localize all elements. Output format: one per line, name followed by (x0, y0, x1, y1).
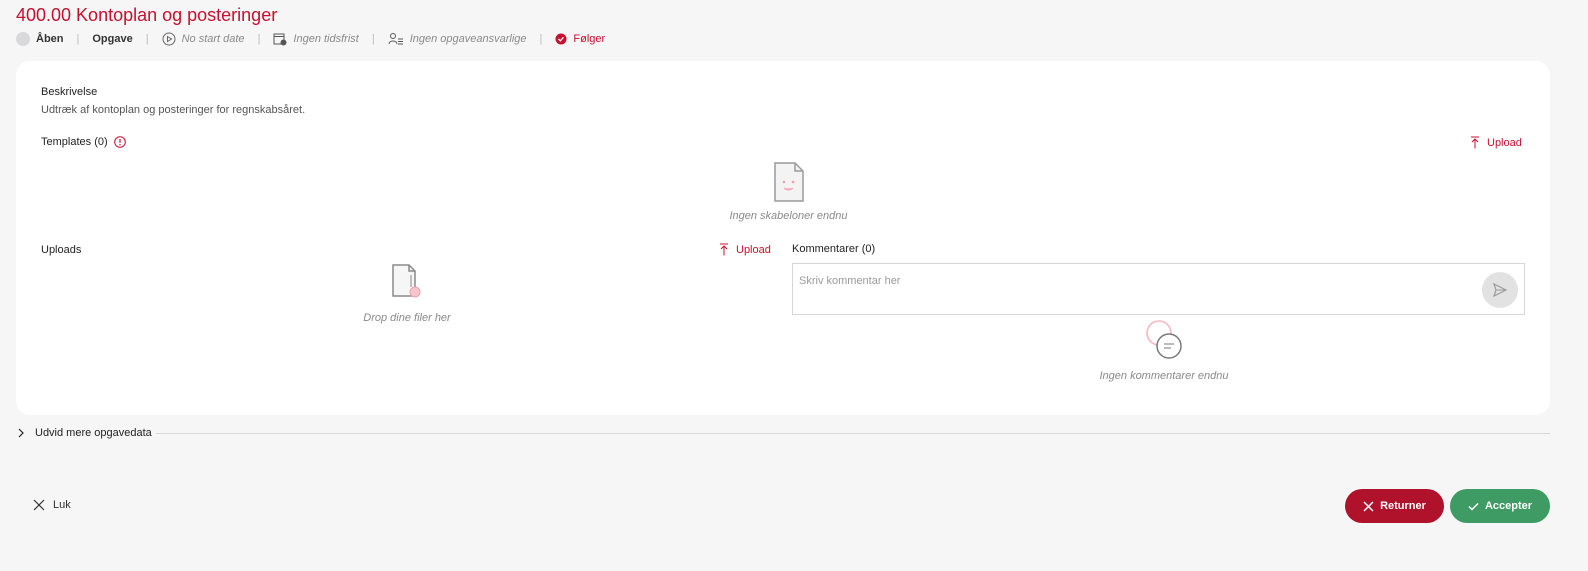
start-date-field[interactable]: No start date (162, 32, 245, 46)
upload-icon (720, 243, 728, 256)
comment-input[interactable] (799, 272, 1469, 290)
accept-label: Accepter (1484, 500, 1533, 512)
status-label: Åben (36, 33, 64, 45)
divider: | (257, 33, 261, 45)
comments-heading: Kommentarer (0) (792, 243, 876, 255)
responsible-field[interactable]: Ingen opgaveansvarlige (388, 32, 527, 46)
divider: | (539, 33, 543, 45)
description-text: Udtræk af kontoplan og posteringer for r… (41, 104, 306, 116)
templates-empty-state: Ingen skabeloner endnu (716, 161, 861, 222)
close-button[interactable]: Luk (33, 499, 71, 511)
chat-bubbles-icon (1146, 320, 1182, 359)
close-icon (1363, 500, 1374, 512)
status-toggle[interactable]: Åben (16, 32, 64, 46)
checkmark-icon (1468, 502, 1479, 511)
uploads-empty-text: Drop dine filer her (363, 312, 451, 324)
templates-upload-label: Upload (1487, 136, 1522, 149)
description-heading: Beskrivelse (41, 86, 98, 98)
upload-icon (1471, 136, 1479, 149)
start-date-label: No start date (181, 33, 245, 45)
templates-empty-text: Ingen skabeloner endnu (729, 210, 848, 222)
comments-empty-text: Ingen kommentarer endnu (1099, 370, 1229, 382)
templates-upload-button[interactable]: Upload (1470, 136, 1522, 149)
send-comment-button[interactable] (1482, 272, 1518, 308)
close-icon (33, 499, 45, 511)
status-dot-icon (16, 32, 30, 46)
comment-box (792, 263, 1525, 315)
expand-divider (155, 432, 1550, 434)
deadline-field[interactable]: Ingen tidsfrist (273, 32, 359, 46)
task-card: Beskrivelse Udtræk af kontoplan og poste… (16, 61, 1550, 415)
check-badge-icon (555, 33, 567, 45)
file-drop-icon (392, 264, 421, 298)
calendar-clock-icon (273, 33, 287, 46)
chevron-right-icon (18, 428, 24, 438)
uploads-heading: Uploads (41, 244, 82, 256)
return-label: Returner (1380, 500, 1426, 512)
templates-label: Templates (0) (41, 136, 108, 148)
task-meta-bar: Åben | Opgave | No start date | Ingen ti… (16, 30, 605, 48)
follow-label: Følger (573, 33, 606, 45)
task-type[interactable]: Opgave (92, 33, 132, 45)
divider: | (76, 33, 80, 45)
accept-button[interactable]: Accepter (1450, 489, 1550, 523)
follow-toggle[interactable]: Følger (555, 33, 605, 45)
uploads-dropzone[interactable]: Drop dine filer her (332, 263, 482, 324)
uploads-upload-label: Upload (736, 243, 771, 256)
empty-document-icon (773, 162, 804, 202)
task-type-label: Opgave (92, 33, 133, 45)
divider: | (145, 33, 149, 45)
send-icon (1493, 283, 1507, 297)
user-list-icon (388, 33, 403, 45)
return-button[interactable]: Returner (1345, 489, 1444, 523)
expand-label: Udvid mere opgavedata (35, 427, 152, 439)
info-icon[interactable] (113, 136, 126, 148)
play-circle-icon (162, 32, 176, 46)
templates-heading: Templates (0) (41, 136, 126, 148)
deadline-label: Ingen tidsfrist (293, 33, 359, 45)
comments-empty-state: Ingen kommentarer endnu (1088, 319, 1240, 382)
page-title: 400.00 Kontoplan og posteringer (16, 5, 278, 25)
responsible-label: Ingen opgaveansvarlige (409, 33, 527, 45)
close-label: Luk (53, 499, 71, 511)
divider: | (371, 33, 375, 45)
uploads-upload-button[interactable]: Upload (719, 243, 771, 256)
expand-task-data[interactable]: Udvid mere opgavedata (16, 425, 1550, 441)
